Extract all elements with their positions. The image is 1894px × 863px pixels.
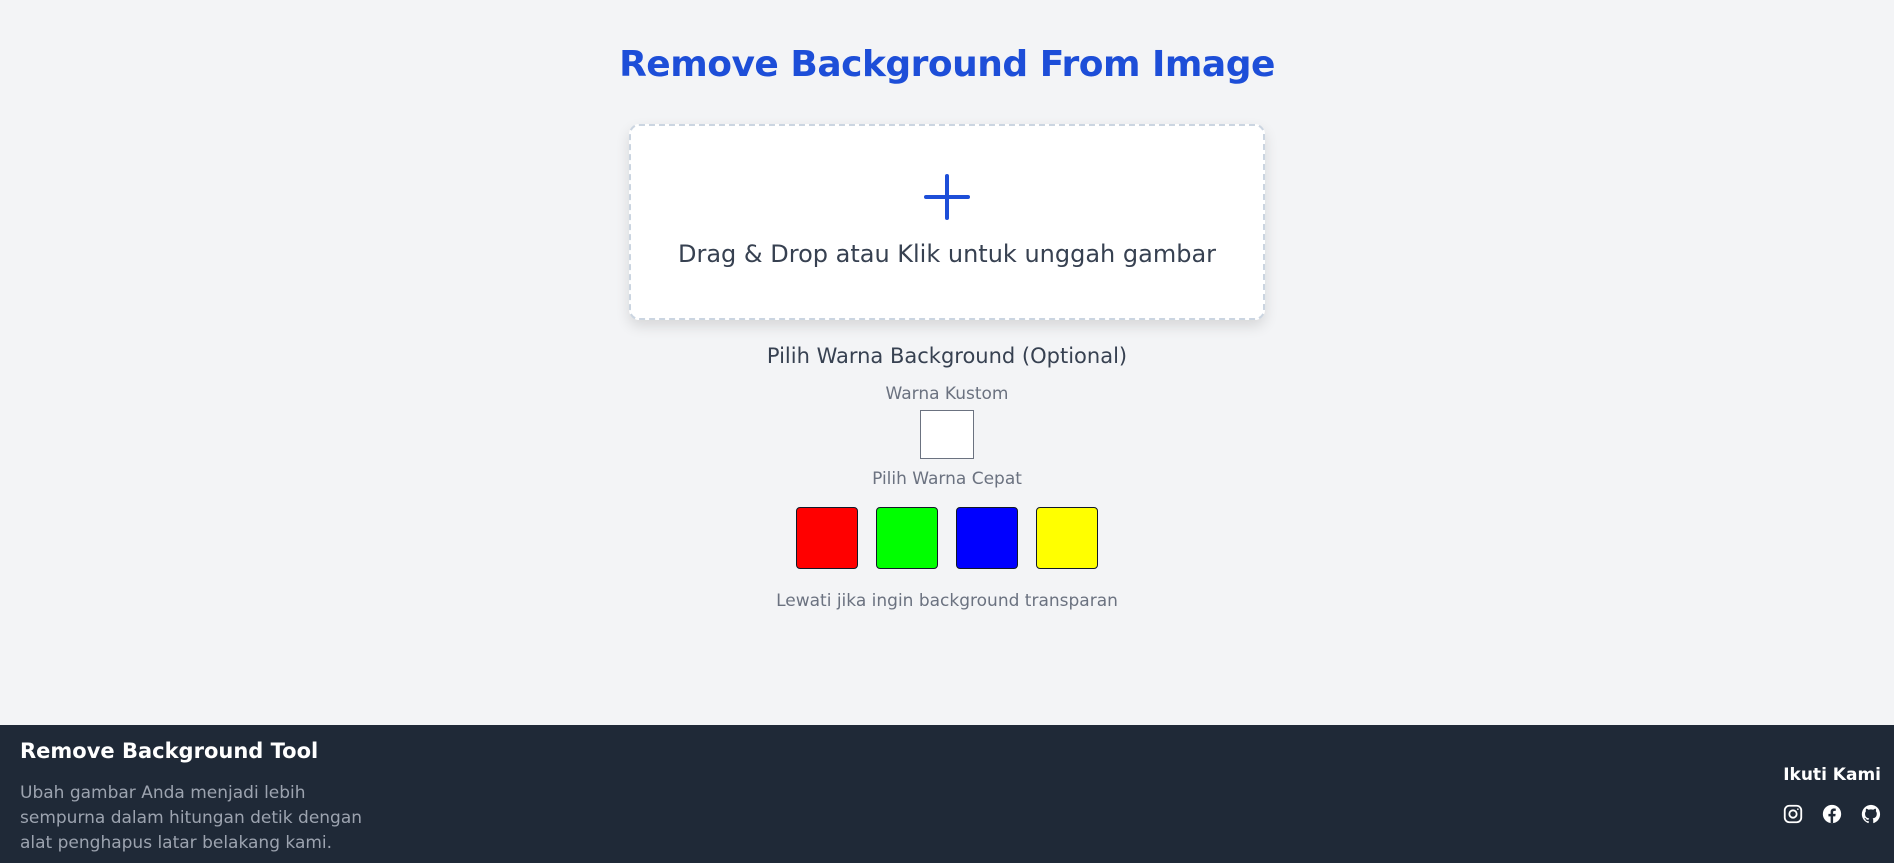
color-swatch-yellow[interactable] bbox=[1036, 507, 1098, 569]
transparent-hint: Lewati jika ingin background transparan bbox=[776, 591, 1118, 611]
upload-instruction: Drag & Drop atau Klik untuk unggah gamba… bbox=[677, 240, 1217, 268]
facebook-icon[interactable] bbox=[1821, 803, 1843, 825]
follow-us-title: Ikuti Kami bbox=[1783, 765, 1881, 785]
page-title: Remove Background From Image bbox=[619, 44, 1275, 85]
footer-description: Ubah gambar Anda menjadi lebih sempurna … bbox=[20, 783, 363, 853]
color-swatch-red[interactable] bbox=[796, 507, 858, 569]
custom-color-label: Warna Kustom bbox=[885, 384, 1009, 404]
custom-color-picker[interactable] bbox=[920, 410, 974, 459]
social-links bbox=[1782, 803, 1882, 825]
bg-color-title: Pilih Warna Background (Optional) bbox=[766, 344, 1128, 368]
instagram-icon[interactable] bbox=[1782, 803, 1804, 825]
color-swatch-green[interactable] bbox=[876, 507, 938, 569]
upload-dropzone[interactable]: Drag & Drop atau Klik untuk unggah gamba… bbox=[629, 124, 1265, 320]
main-content: Remove Background From Image Drag & Drop… bbox=[0, 0, 1894, 725]
footer-title: Remove Background Tool bbox=[20, 739, 319, 763]
color-swatch-blue[interactable] bbox=[956, 507, 1018, 569]
plus-icon bbox=[924, 174, 970, 220]
github-icon[interactable] bbox=[1860, 803, 1882, 825]
footer: Remove Background Tool Ubah gambar Anda … bbox=[0, 725, 1894, 863]
quick-color-label: Pilih Warna Cepat bbox=[872, 469, 1022, 489]
quick-color-swatches bbox=[796, 507, 1098, 569]
